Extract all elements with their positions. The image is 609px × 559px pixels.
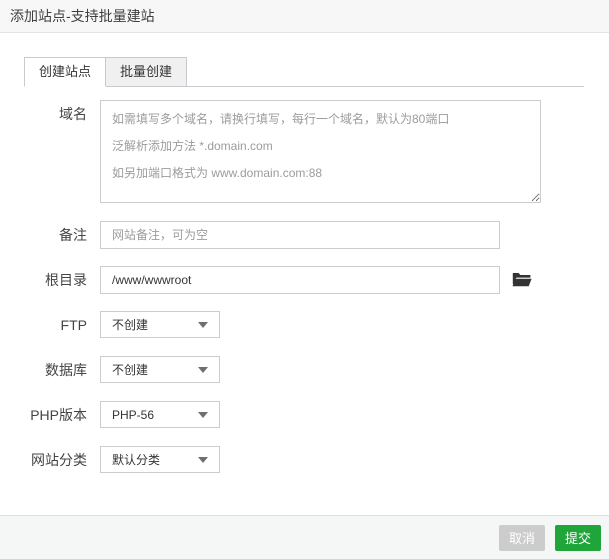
site-category-row: 网站分类 默认分类 [0,446,609,474]
ftp-label: FTP [60,317,87,333]
php-version-selected-value: PHP-56 [112,407,155,422]
tab-create-site[interactable]: 创建站点 [24,57,107,87]
php-version-select[interactable]: PHP-56 [100,401,220,428]
site-category-selected-value: 默认分类 [112,453,161,467]
database-row: 数据库 不创建 [0,356,609,384]
ftp-row: FTP 不创建 [0,311,609,339]
ftp-selected-value: 不创建 [112,318,149,332]
domain-textarea[interactable] [100,100,541,203]
browse-folder-button[interactable] [512,272,532,288]
note-label: 备注 [59,227,87,243]
domain-label: 域名 [59,106,87,122]
add-site-form: 域名 备注 根目录 FTP 不创建 [0,100,609,474]
php-version-row: PHP版本 PHP-56 [0,401,609,429]
cancel-button[interactable]: 取消 [498,524,545,551]
ftp-select[interactable]: 不创建 [100,311,220,338]
note-row: 备注 [0,221,609,249]
root-dir-label: 根目录 [45,272,87,288]
dropdown-arrow-icon [198,457,208,463]
folder-open-icon [512,273,532,291]
dropdown-arrow-icon [198,322,208,328]
dropdown-arrow-icon [198,367,208,373]
php-version-label: PHP版本 [30,407,87,423]
site-category-select[interactable]: 默认分类 [100,446,220,473]
note-input[interactable] [100,221,500,249]
database-select[interactable]: 不创建 [100,356,220,383]
database-selected-value: 不创建 [112,363,149,377]
submit-button[interactable]: 提交 [554,524,601,551]
tab-batch-create[interactable]: 批量创建 [106,57,188,87]
root-dir-input[interactable] [100,266,500,294]
add-site-dialog: 添加站点-支持批量建站 创建站点 批量创建 域名 备注 根目录 [0,0,609,559]
dropdown-arrow-icon [198,412,208,418]
domain-row: 域名 [0,100,609,203]
site-category-label: 网站分类 [31,452,87,468]
tab-bar: 创建站点 批量创建 [24,57,584,87]
root-dir-row: 根目录 [0,266,609,294]
dialog-title: 添加站点-支持批量建站 [0,0,609,33]
dialog-footer: 取消 提交 [0,515,609,559]
database-label: 数据库 [45,362,87,378]
